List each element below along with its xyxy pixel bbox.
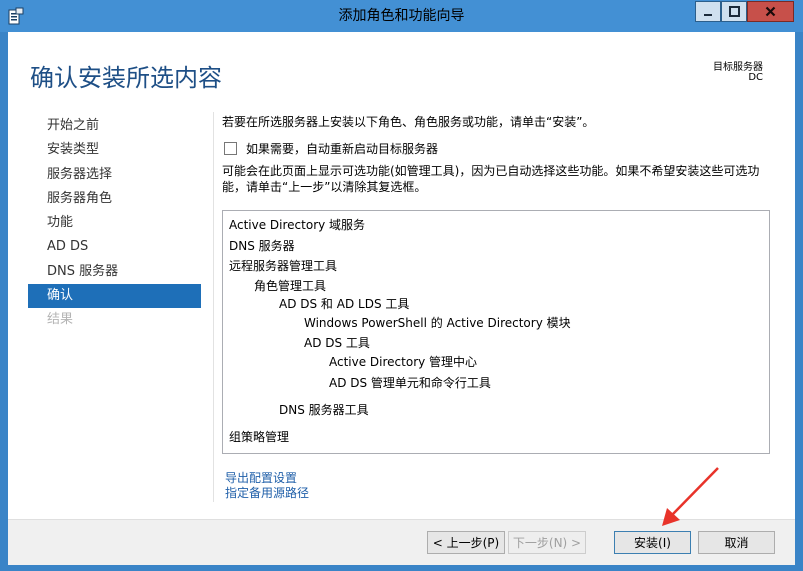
install-button[interactable]: 安装(I)	[614, 531, 691, 554]
destination-server-value: DC	[748, 72, 763, 83]
nav-item-dns-server[interactable]: DNS 服务器	[28, 260, 201, 284]
nav-item-server-roles[interactable]: 服务器角色	[28, 187, 201, 211]
list-item: AD DS 和 AD LDS 工具	[279, 297, 410, 311]
minimize-icon	[704, 13, 712, 16]
list-item: DNS 服务器工具	[279, 403, 369, 417]
list-item: 角色管理工具	[254, 279, 327, 293]
cancel-button[interactable]: 取消	[698, 531, 775, 554]
list-item: Windows PowerShell 的 Active Directory 模块	[304, 316, 571, 330]
nav-item-confirmation[interactable]: 确认	[28, 284, 201, 309]
nav-item-installation-type[interactable]: 安装类型	[28, 138, 201, 162]
restart-checkbox[interactable]	[224, 142, 237, 155]
maximize-icon	[728, 6, 740, 17]
wizard-nav: 开始之前 安装类型 服务器选择 服务器角色 功能 AD DS DNS 服务器 确…	[28, 114, 201, 333]
previous-button[interactable]: < 上一步(P)	[427, 531, 505, 554]
list-item: Active Directory 管理中心	[329, 355, 478, 369]
wizard-footer: < 上一步(P) 下一步(N) > 安装(I) 取消	[8, 519, 795, 565]
window-frame: 添加角色和功能向导 确认安装所选内容 目标服务器 DC 开始之前 安装类型 服务…	[0, 0, 803, 571]
list-item: DNS 服务器	[229, 239, 295, 253]
nav-divider	[213, 112, 214, 502]
nav-item-ad-ds[interactable]: AD DS	[28, 235, 201, 259]
nav-item-results: 结果	[47, 312, 74, 328]
intro-text: 若要在所选服务器上安装以下角色、角色服务或功能，请单击“安装”。	[222, 115, 595, 129]
close-button[interactable]	[747, 1, 794, 22]
destination-server-label: 目标服务器	[713, 62, 763, 73]
list-item: AD DS 工具	[304, 336, 370, 350]
alternate-source-path-link[interactable]: 指定备用源路径	[225, 484, 309, 501]
page-title: 确认安装所选内容	[30, 64, 222, 92]
nav-item-features[interactable]: 功能	[28, 211, 201, 235]
close-icon	[765, 6, 776, 17]
list-item: 组策略管理	[229, 430, 290, 444]
maximize-button[interactable]	[721, 1, 747, 22]
nav-item-before-you-begin[interactable]: 开始之前	[28, 114, 201, 138]
list-item: AD DS 管理单元和命令行工具	[329, 376, 491, 390]
window-title: 添加角色和功能向导	[338, 8, 465, 24]
optional-features-note: 可能会在此页面上显示可选功能(如管理工具)，因为已自动选择这些功能。如果不希望安…	[222, 164, 760, 194]
minimize-button[interactable]	[695, 1, 721, 22]
restart-option[interactable]: 如果需要，自动重新启动目标服务器	[224, 140, 438, 157]
list-item: Active Directory 域服务	[229, 218, 366, 232]
selection-list[interactable]: Active Directory 域服务 DNS 服务器 远程服务器管理工具 角…	[222, 210, 770, 454]
wizard-client-area: 确认安装所选内容 目标服务器 DC 开始之前 安装类型 服务器选择 服务器角色 …	[8, 32, 795, 565]
list-item: 远程服务器管理工具	[229, 259, 338, 273]
restart-label[interactable]: 如果需要，自动重新启动目标服务器	[246, 140, 438, 157]
next-button: 下一步(N) >	[508, 531, 586, 554]
nav-item-server-selection[interactable]: 服务器选择	[28, 163, 201, 187]
title-bar[interactable]: 添加角色和功能向导	[0, 0, 803, 32]
